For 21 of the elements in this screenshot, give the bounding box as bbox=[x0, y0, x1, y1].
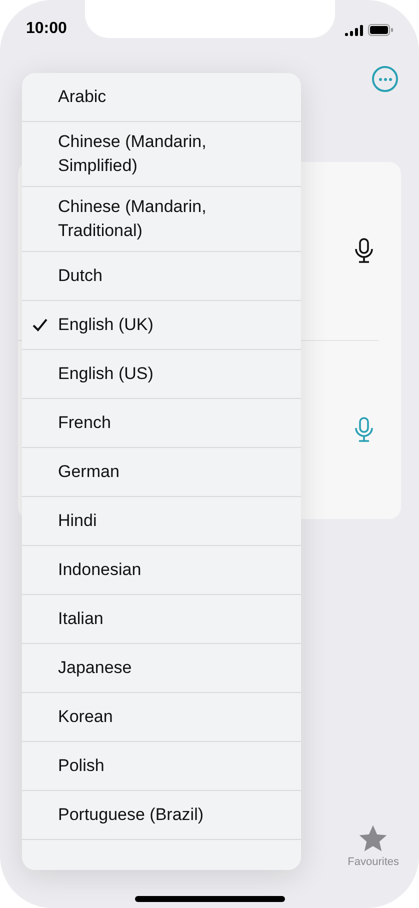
language-option[interactable]: Japanese bbox=[22, 644, 301, 693]
signal-icon bbox=[345, 24, 363, 36]
language-option[interactable]: Polish bbox=[22, 742, 301, 791]
language-option[interactable]: Hindi bbox=[22, 497, 301, 546]
star-icon bbox=[357, 824, 390, 854]
language-option[interactable]: Korean bbox=[22, 693, 301, 742]
language-option[interactable]: English (UK) bbox=[22, 301, 301, 350]
more-button[interactable] bbox=[372, 66, 398, 92]
language-option[interactable]: Arabic bbox=[22, 73, 301, 122]
language-option[interactable]: Chinese (Mandarin, Traditional) bbox=[22, 187, 301, 252]
language-option[interactable]: English (US) bbox=[22, 350, 301, 399]
battery-icon bbox=[368, 24, 393, 36]
language-option[interactable]: Indonesian bbox=[22, 546, 301, 595]
status-time: 10:00 bbox=[26, 20, 67, 38]
language-option[interactable]: Chinese (Mandarin, Simplified) bbox=[22, 122, 301, 187]
language-option[interactable]: German bbox=[22, 448, 301, 497]
microphone-icon[interactable] bbox=[354, 238, 374, 264]
language-option[interactable]: French bbox=[22, 399, 301, 448]
language-option[interactable]: Italian bbox=[22, 595, 301, 644]
language-option[interactable]: Dutch bbox=[22, 252, 301, 301]
language-option[interactable]: Portuguese (Brazil) bbox=[22, 791, 301, 840]
